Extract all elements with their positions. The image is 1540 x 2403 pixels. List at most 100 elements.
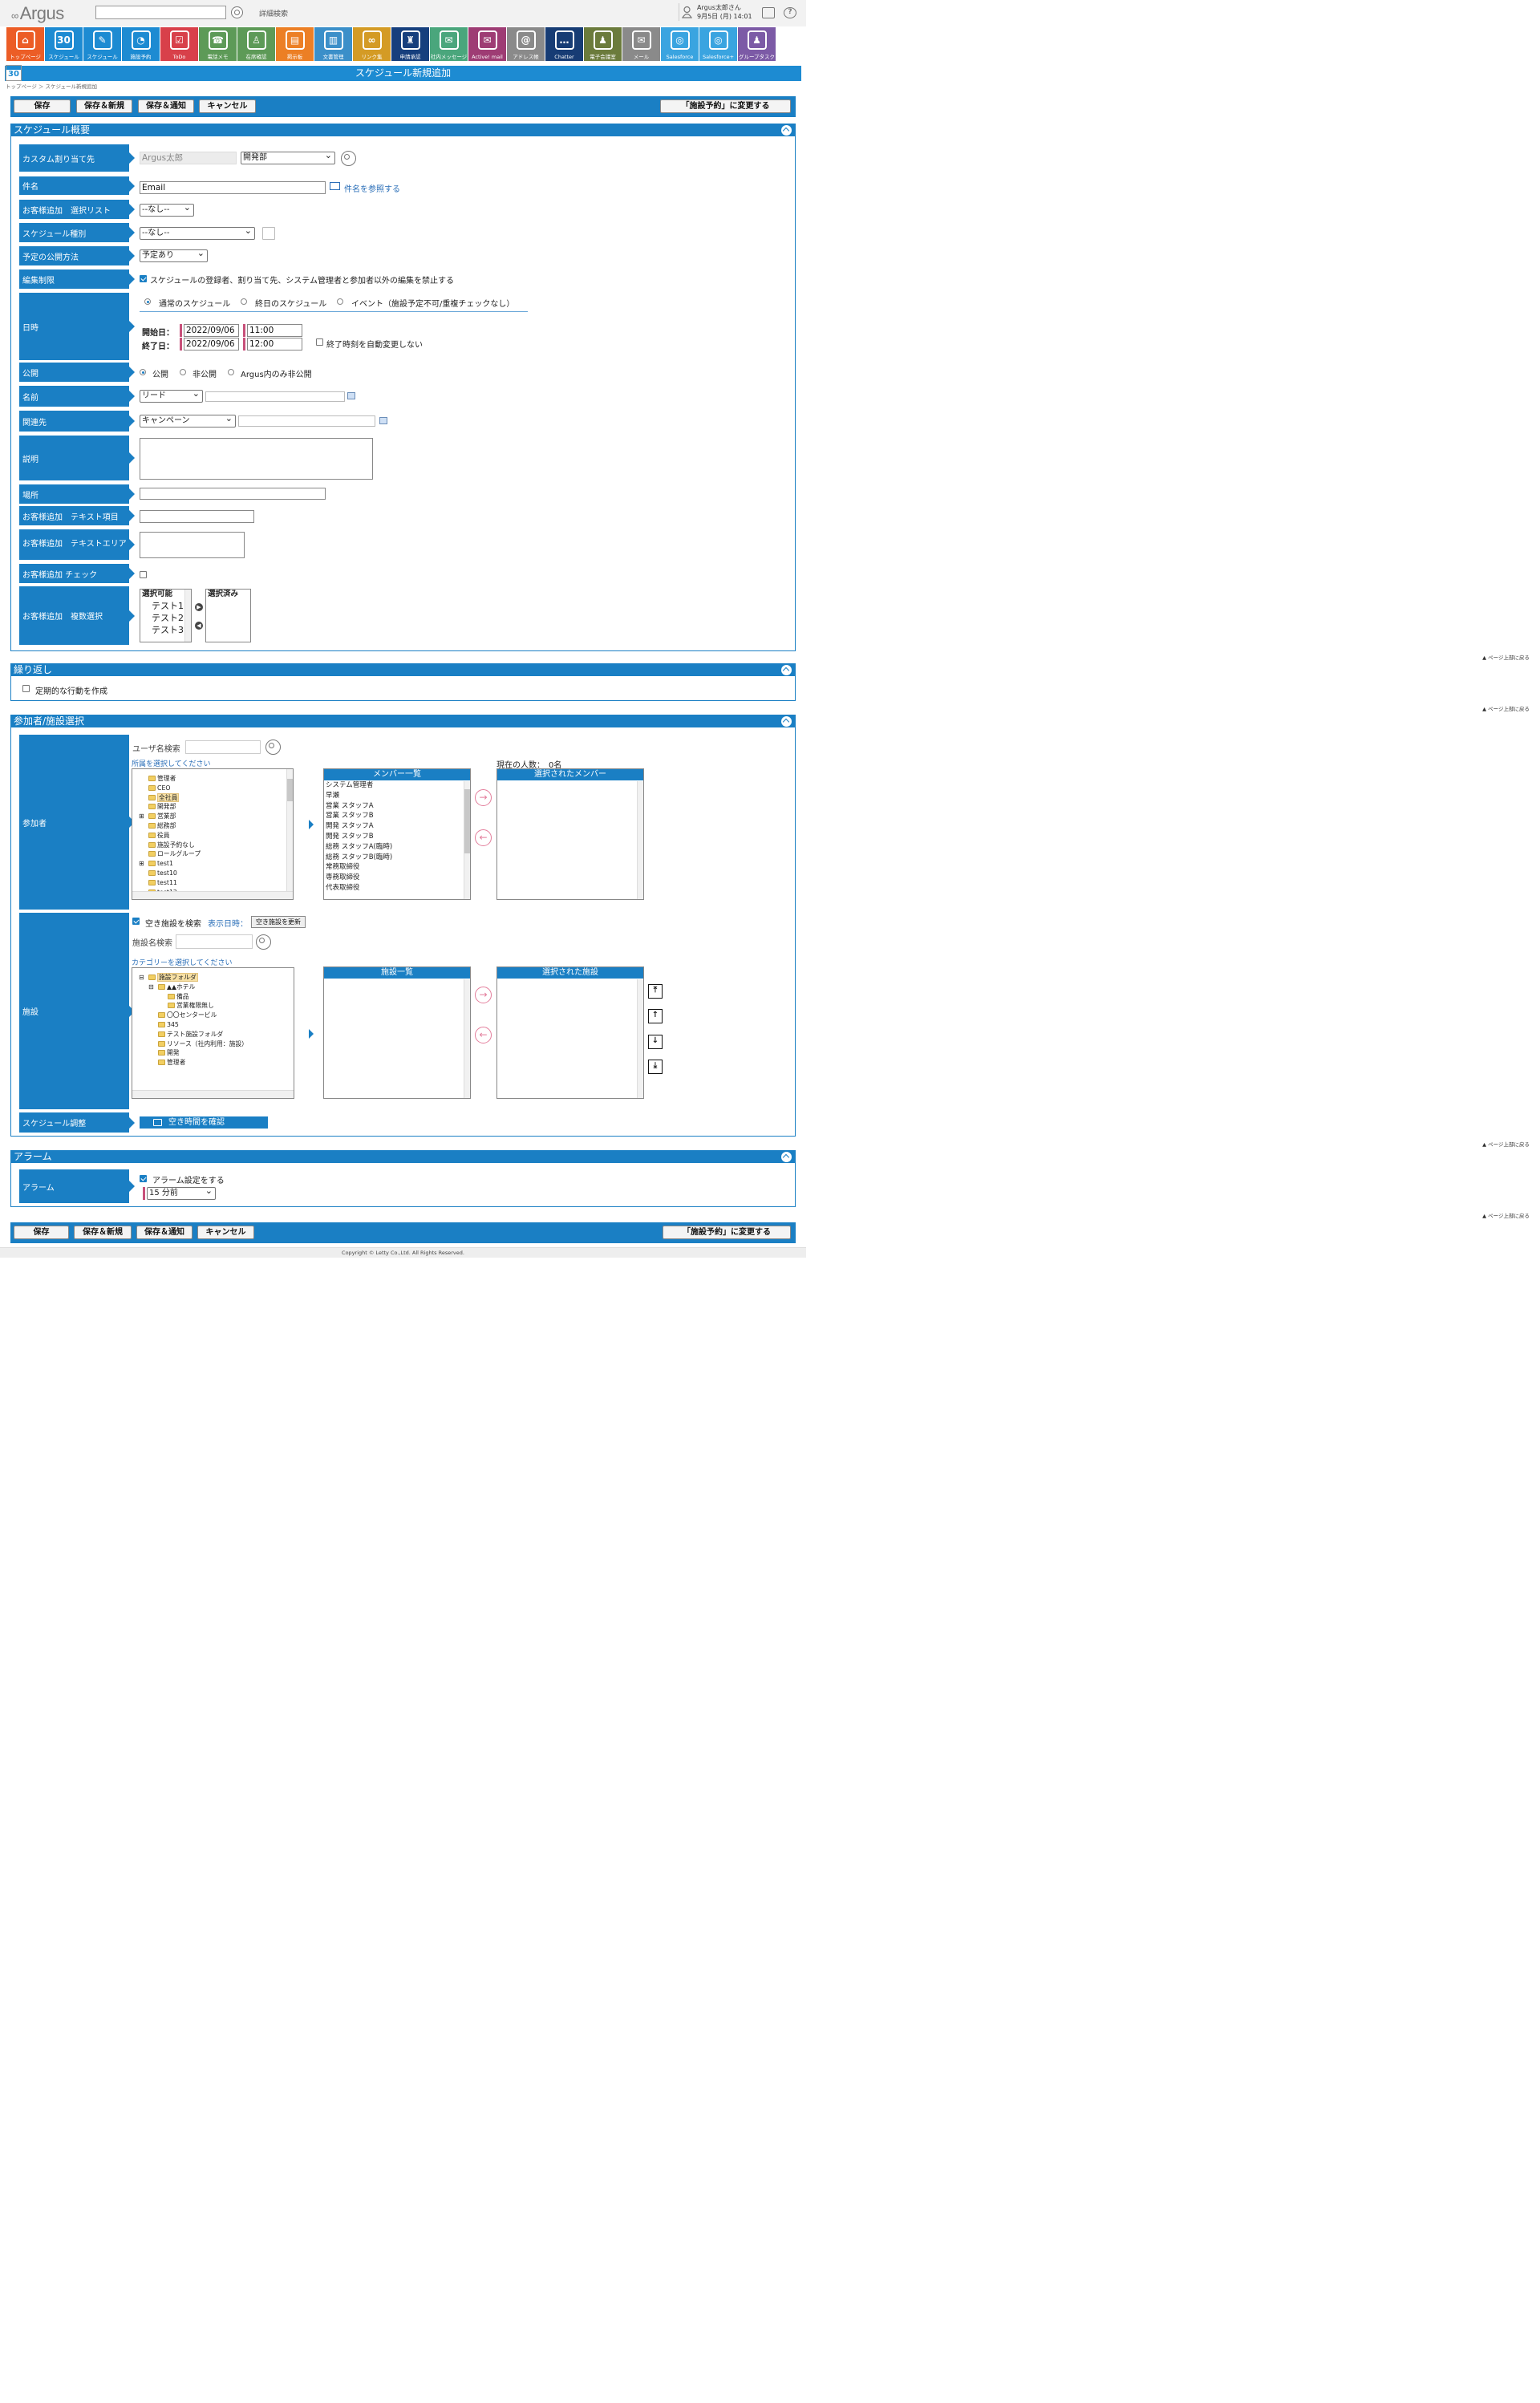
check-free-time-button[interactable]: 空き時間を確認 <box>140 1116 268 1129</box>
nav-schedule-edit[interactable]: ✎ スケジュール <box>83 27 121 61</box>
member-list[interactable]: メンバー一覧 システム管理者 早瀬 営業 スタッフA 営業 スタッフB 開発 ス… <box>323 768 471 900</box>
refresh-facility-button[interactable]: 空き施設を更新 <box>251 916 306 928</box>
remove-facility-icon[interactable]: ← <box>475 1027 492 1043</box>
scrollbar[interactable] <box>184 590 191 642</box>
member-item[interactable]: 常務取締役 <box>324 862 470 873</box>
name-type-select[interactable]: リード <box>140 388 203 403</box>
facility-tree[interactable]: ⊟ 施設フォルダ ⊟ ▲▲ホテル 備品 営業権限無し 〇〇センタービル 345 テス… <box>132 967 294 1099</box>
collapse-icon[interactable] <box>781 1152 792 1162</box>
tree-node[interactable]: ⊟ ▲▲ホテル <box>139 983 294 992</box>
scrollbar[interactable] <box>464 781 470 899</box>
member-item[interactable]: システム管理者 <box>324 780 470 791</box>
tree-node[interactable]: テスト施設フォルダ <box>139 1030 294 1039</box>
nav-todo[interactable]: ☑ ToDo <box>160 27 198 61</box>
page-top-link[interactable]: ▲ ページ上部に戻る <box>1482 1211 1530 1219</box>
h-scrollbar[interactable] <box>132 1090 294 1098</box>
move-right-icon[interactable]: ▶ <box>195 603 203 611</box>
tree-node[interactable]: test11 <box>139 878 293 888</box>
facility-list[interactable]: 施設一覧 <box>323 966 471 1099</box>
change-facility-button[interactable]: 「施設予約」に変更する <box>660 99 791 113</box>
move-top-icon[interactable]: ⤒ <box>648 984 663 999</box>
start-time-input[interactable]: 11:00 <box>247 324 302 337</box>
alarm-select[interactable]: 15 分前 <box>147 1185 216 1200</box>
tree-node[interactable]: CEO <box>139 784 293 793</box>
related-lookup-input[interactable] <box>238 415 375 427</box>
save-notify-button[interactable]: 保存＆通知 <box>138 99 194 113</box>
member-item[interactable]: 営業 スタッフA <box>324 801 470 812</box>
date-normal-radio[interactable] <box>144 298 151 305</box>
remove-member-icon[interactable]: ← <box>475 829 492 846</box>
nav-phone-memo[interactable]: ☎ 電話メモ <box>199 27 237 61</box>
tree-node[interactable]: 〇〇センタービル <box>139 1011 294 1020</box>
search-input[interactable] <box>95 6 226 19</box>
tree-node[interactable]: 開発部 <box>139 802 293 812</box>
argus-logo[interactable]: ∞Argus <box>11 3 64 24</box>
page-top-link[interactable]: ▲ ページ上部に戻る <box>1482 704 1530 712</box>
nav-salesforce-plus[interactable]: ◎ Salesforce+ <box>699 27 737 61</box>
nav-approval[interactable]: ♜ 申請承認 <box>391 27 429 61</box>
selected-facility-list[interactable]: 選択された施設 <box>496 966 644 1099</box>
tree-node[interactable]: 営業権限無し <box>139 1001 294 1011</box>
save-notify-button[interactable]: 保存＆通知 <box>136 1226 192 1239</box>
member-item[interactable]: 営業 スタッフB <box>324 811 470 821</box>
tree-node[interactable]: ロールグループ <box>139 849 293 859</box>
date-allday-radio[interactable] <box>241 298 247 305</box>
add-member-icon[interactable]: → <box>475 789 492 806</box>
multi-available-list[interactable]: 選択可能 テスト1 テスト2 テスト3 <box>140 589 192 642</box>
tree-node[interactable]: 管理者 <box>139 1058 294 1068</box>
save-button[interactable]: 保存 <box>14 99 71 113</box>
user-search-input[interactable] <box>185 740 261 754</box>
custom-text-input[interactable] <box>140 510 254 523</box>
nav-group-task[interactable]: ♟ グループタスク <box>738 27 776 61</box>
tree-node[interactable]: ⊞ test1 <box>139 859 293 869</box>
repeat-checkbox[interactable] <box>22 685 30 692</box>
collapse-icon[interactable] <box>781 125 792 136</box>
type-select[interactable]: --なし-- <box>140 225 255 240</box>
h-scrollbar[interactable] <box>132 891 293 899</box>
description-textarea[interactable] <box>140 438 373 480</box>
tree-node[interactable]: 345 <box>139 1020 294 1030</box>
help-icon[interactable]: ? <box>784 7 796 18</box>
scrollbar[interactable] <box>637 781 643 899</box>
member-item[interactable]: 専務取締役 <box>324 873 470 883</box>
type-color-box[interactable] <box>262 227 275 240</box>
end-date-input[interactable]: 2022/09/06 <box>184 338 239 351</box>
scrollbar[interactable] <box>286 769 293 891</box>
dept-tree[interactable]: 管理者 CEO 全社員 開発部 ⊞ 営業部 総務部 役員 施設予約なし ロールグル… <box>132 768 294 900</box>
nav-links[interactable]: ∞ リンク集 <box>353 27 391 61</box>
subject-input[interactable]: Email <box>140 181 326 194</box>
lookup-icon[interactable] <box>379 417 387 424</box>
move-left-icon[interactable]: ◀ <box>195 622 203 630</box>
tree-node[interactable]: ⊞ 営業部 <box>139 812 293 821</box>
nav-facility[interactable]: ◔ 施設予約 <box>122 27 160 61</box>
user-search-icon[interactable] <box>265 740 281 755</box>
tree-node[interactable]: リソース（社内利用：施設） <box>139 1039 294 1049</box>
argus-private-radio[interactable] <box>228 369 234 375</box>
member-item[interactable]: 開発 スタッフA <box>324 821 470 832</box>
subject-ref-link[interactable]: 件名を参照する <box>330 182 400 194</box>
nav-meeting-room[interactable]: ♟ 電子会議室 <box>584 27 622 61</box>
nav-chatter[interactable]: … Chatter <box>545 27 583 61</box>
facility-search-input[interactable] <box>176 934 253 949</box>
nav-active-mail[interactable]: ✉ Active! mail <box>468 27 506 61</box>
nav-top-page[interactable]: ⌂ トップページ <box>6 27 44 61</box>
public-radio[interactable] <box>140 369 146 375</box>
multi-option[interactable]: テスト1 <box>140 600 191 612</box>
date-event-radio[interactable] <box>337 298 343 305</box>
save-button[interactable]: 保存 <box>14 1226 69 1239</box>
cancel-button[interactable]: キャンセル <box>197 1226 254 1239</box>
member-item[interactable]: 代表取締役 <box>324 883 470 894</box>
private-radio[interactable] <box>180 369 186 375</box>
nav-schedule[interactable]: 30 スケジュール <box>45 27 83 61</box>
member-item[interactable]: 総務 スタッフB(臨時) <box>324 853 470 863</box>
advanced-search-link[interactable]: 詳細検索 <box>259 8 288 18</box>
breadcrumb[interactable]: トップページ ＞ スケジュール新規追加 <box>6 82 97 90</box>
free-facility-checkbox[interactable] <box>132 918 140 925</box>
end-time-input[interactable]: 12:00 <box>247 338 302 351</box>
tree-node[interactable]: 管理者 <box>139 774 293 784</box>
custom-textarea[interactable] <box>140 532 245 558</box>
member-item[interactable]: 早瀬 <box>324 791 470 801</box>
collapse-icon[interactable] <box>781 665 792 675</box>
selected-member-list[interactable]: 選択されたメンバー <box>496 768 644 900</box>
multi-option[interactable]: テスト2 <box>140 612 191 624</box>
